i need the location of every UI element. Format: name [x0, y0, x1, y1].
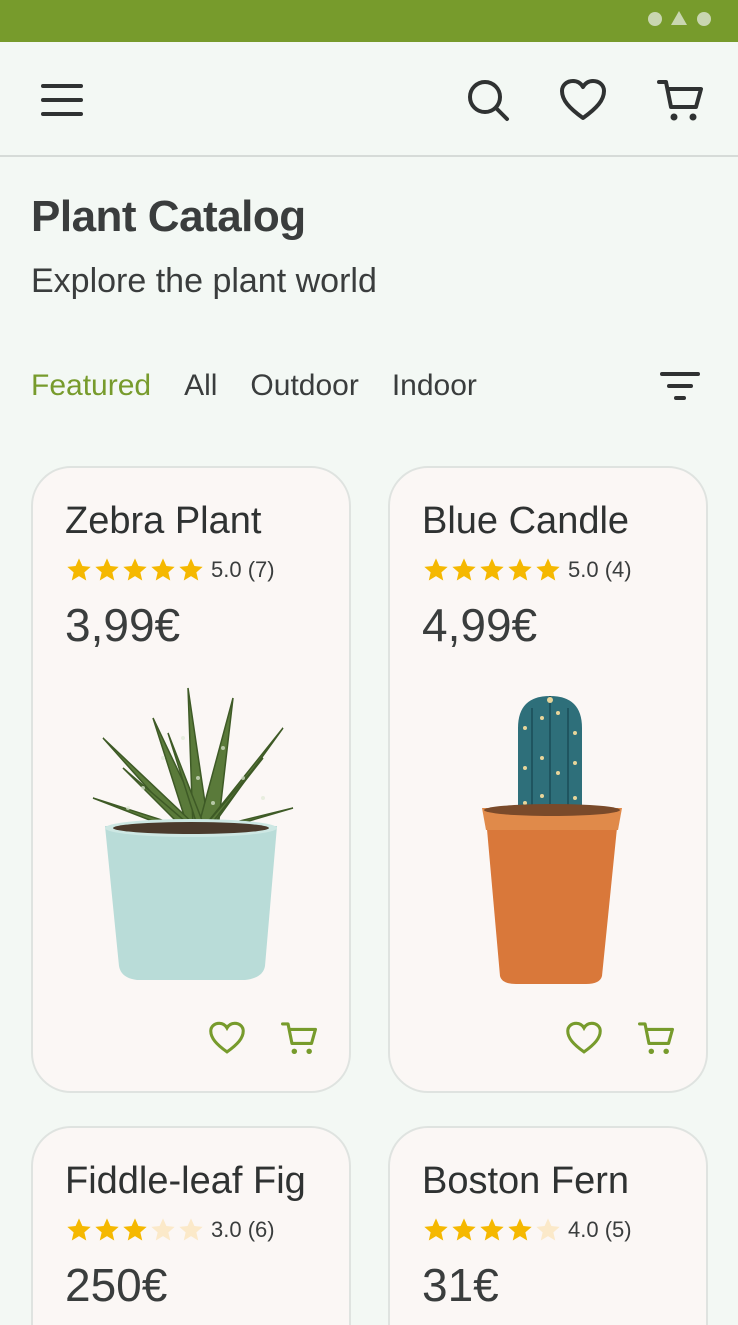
heart-icon [566, 1021, 602, 1054]
search-button[interactable] [464, 76, 512, 124]
filter-button[interactable] [656, 364, 704, 408]
star-filled-icon [452, 558, 476, 581]
rating-text: 3.0 (6) [211, 1217, 275, 1242]
zebra-plant-image [92, 687, 294, 980]
menu-button[interactable] [38, 76, 86, 124]
tab-all[interactable]: All [184, 366, 217, 408]
product-card-boston-fern[interactable]: Boston Fern 4.0 (5) 31€ [388, 1126, 708, 1325]
signal-icon [671, 11, 687, 25]
product-name: Blue Candle [422, 500, 630, 542]
product-name: Boston Fern [422, 1160, 629, 1202]
product-name: Fiddle-leaf Fig [65, 1160, 306, 1202]
rating-text: 4.0 (5) [568, 1217, 632, 1242]
star-filled-icon [424, 1218, 448, 1241]
heart-icon [209, 1021, 245, 1054]
rating-text: 5.0 (7) [211, 557, 275, 582]
star-filled-icon [67, 1218, 91, 1241]
product-rating: 3.0 (6) [65, 1216, 275, 1244]
favorite-button[interactable] [203, 1014, 251, 1062]
status-dot-icon [648, 12, 662, 26]
product-price: 250€ [65, 1259, 168, 1311]
star-empty-icon [179, 1218, 203, 1241]
menu-icon [41, 84, 83, 116]
star-filled-icon [95, 558, 119, 581]
star-filled-icon [536, 558, 560, 581]
star-filled-icon [480, 558, 504, 581]
add-to-cart-button[interactable] [632, 1014, 680, 1062]
rating-text: 5.0 (4) [568, 557, 632, 582]
product-name: Zebra Plant [65, 500, 262, 542]
favorite-button[interactable] [560, 1014, 608, 1062]
battery-icon [697, 12, 711, 26]
favorites-button[interactable] [559, 76, 607, 124]
product-card-zebra-plant[interactable]: Zebra Plant 5.0 (7) 3,99€ [31, 466, 351, 1093]
product-rating: 5.0 (4) [422, 556, 632, 584]
product-rating: 5.0 (7) [65, 556, 275, 584]
search-icon [468, 80, 509, 121]
cart-icon [638, 1022, 675, 1055]
star-filled-icon [179, 558, 203, 581]
cart-icon [280, 1022, 317, 1055]
status-bar [0, 0, 738, 42]
star-empty-icon [536, 1218, 560, 1241]
category-tabs: Featured All Outdoor Indoor [31, 366, 510, 408]
tab-indoor[interactable]: Indoor [392, 366, 477, 408]
star-filled-icon [123, 558, 147, 581]
page-title: Plant Catalog [31, 192, 306, 241]
cart-button[interactable] [656, 76, 704, 124]
product-card-fiddle-leaf-fig[interactable]: Fiddle-leaf Fig 3.0 (6) 250€ [31, 1126, 351, 1325]
star-empty-icon [151, 1218, 175, 1241]
star-filled-icon [452, 1218, 476, 1241]
rating-stars [65, 556, 205, 584]
cart-icon [657, 80, 703, 121]
star-filled-icon [123, 1218, 147, 1241]
rating-stars [422, 1216, 562, 1244]
star-filled-icon [480, 1218, 504, 1241]
star-filled-icon [95, 1218, 119, 1241]
blue-candle-cactus-image [482, 696, 622, 984]
tab-outdoor[interactable]: Outdoor [250, 366, 358, 408]
star-filled-icon [508, 558, 532, 581]
product-price: 4,99€ [422, 599, 538, 651]
rating-stars [422, 556, 562, 584]
product-price: 3,99€ [65, 599, 181, 651]
filter-icon [660, 372, 700, 400]
add-to-cart-button[interactable] [275, 1014, 323, 1062]
star-filled-icon [151, 558, 175, 581]
page-subtitle: Explore the plant world [31, 262, 377, 300]
app-bar [0, 42, 738, 157]
star-filled-icon [508, 1218, 532, 1241]
star-filled-icon [67, 558, 91, 581]
star-filled-icon [424, 558, 448, 581]
tab-featured[interactable]: Featured [31, 366, 151, 408]
product-rating: 4.0 (5) [422, 1216, 632, 1244]
product-card-blue-candle[interactable]: Blue Candle 5.0 (4) 4,99€ [388, 466, 708, 1093]
heart-icon [560, 79, 606, 120]
product-price: 31€ [422, 1259, 499, 1311]
rating-stars [65, 1216, 205, 1244]
